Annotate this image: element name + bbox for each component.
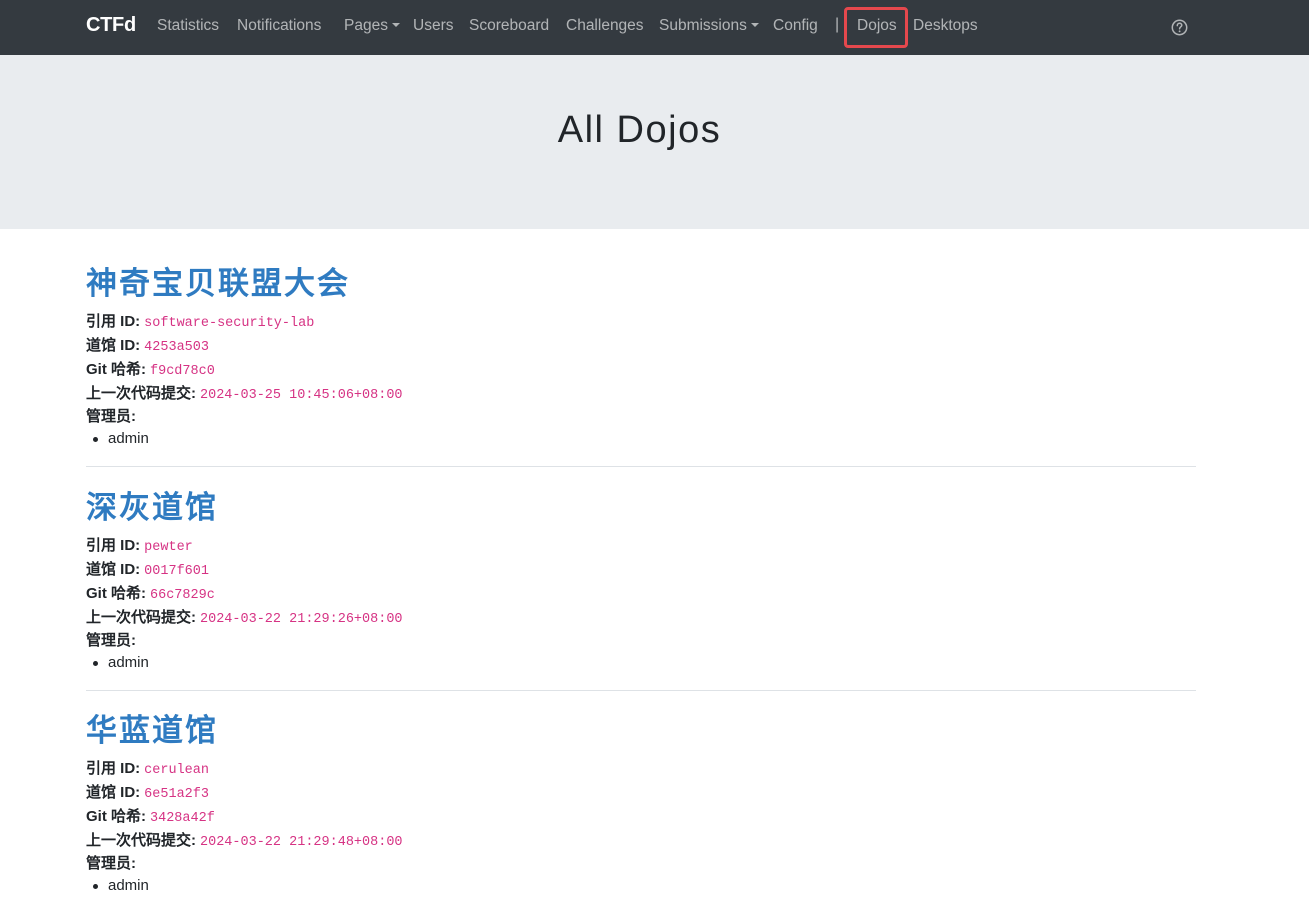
dojo-name-link[interactable]: 华蓝道馆: [86, 705, 218, 750]
nav-scoreboard[interactable]: Scoreboard: [469, 17, 549, 35]
dojo-id-value: 4253a503: [144, 340, 209, 355]
git-hash-value: 3428a42f: [150, 811, 215, 826]
caret-down-icon: [391, 23, 400, 27]
nav-config[interactable]: Config: [773, 17, 818, 35]
dojo-name-link[interactable]: 深灰道馆: [86, 482, 218, 527]
last-commit-row: 上一次代码提交: 2024-03-25 10:45:06+08:00: [86, 382, 403, 403]
git-hash-row: Git 哈希: f9cd78c0: [86, 358, 215, 379]
last-commit-value: 2024-03-25 10:45:06+08:00: [200, 388, 403, 403]
dojo-id-label: 道馆 ID:: [86, 784, 141, 801]
nav-separator: |: [835, 16, 840, 33]
nav-dojos-highlight: [844, 7, 908, 48]
git-hash-label: Git 哈希:: [86, 585, 146, 602]
last-commit-row: 上一次代码提交: 2024-03-22 21:29:48+08:00: [86, 829, 403, 850]
dojo-id-value: 6e51a2f3: [144, 787, 209, 802]
git-hash-row: Git 哈希: 66c7829c: [86, 582, 215, 603]
git-hash-label: Git 哈希:: [86, 361, 146, 378]
dojo-divider: [86, 466, 1196, 467]
admins-label: 管理员:: [86, 632, 136, 649]
admins-label: 管理员:: [86, 855, 136, 872]
ref-id-label: 引用 ID:: [86, 537, 141, 554]
dojo-id-label: 道馆 ID:: [86, 337, 141, 354]
ref-id-value: cerulean: [144, 763, 209, 778]
dojo-id-value: 0017f601: [144, 564, 209, 579]
caret-down-icon: [750, 23, 759, 27]
dojo-id-row: 道馆 ID: 6e51a2f3: [86, 781, 209, 802]
last-commit-label: 上一次代码提交:: [86, 832, 196, 849]
nav-pages-label: Pages: [344, 17, 388, 34]
page-title: All Dojos: [557, 109, 722, 151]
nav-pages-dropdown[interactable]: Pages: [344, 17, 400, 35]
ref-id-label: 引用 ID:: [86, 760, 141, 777]
dojo-ref-id-row: 引用 ID: software-security-lab: [86, 310, 314, 331]
dojo-ref-id-row: 引用 ID: pewter: [86, 534, 193, 555]
ref-id-value: pewter: [144, 540, 193, 555]
dojo-id-row: 道馆 ID: 0017f601: [86, 558, 209, 579]
admin-list-item: admin: [93, 877, 149, 894]
dojo-divider: [86, 690, 1196, 691]
admins-row: 管理员:: [86, 405, 136, 426]
nav-statistics[interactable]: Statistics: [157, 17, 219, 35]
brand-logo-link[interactable]: CTFd: [86, 14, 136, 37]
dojo-name-link[interactable]: 神奇宝贝联盟大会: [86, 258, 350, 303]
top-navbar: CTFd Statistics Notifications Pages User…: [0, 0, 1309, 55]
last-commit-label: 上一次代码提交:: [86, 385, 196, 402]
last-commit-row: 上一次代码提交: 2024-03-22 21:29:26+08:00: [86, 606, 403, 627]
nav-users[interactable]: Users: [413, 17, 453, 35]
admins-label: 管理员:: [86, 408, 136, 425]
question-circle-icon[interactable]: [1171, 19, 1188, 36]
nav-challenges[interactable]: Challenges: [566, 17, 644, 35]
git-hash-row: Git 哈希: 3428a42f: [86, 805, 215, 826]
nav-notifications[interactable]: Notifications: [237, 17, 321, 35]
dojo-id-label: 道馆 ID:: [86, 561, 141, 578]
dojo-ref-id-row: 引用 ID: cerulean: [86, 757, 209, 778]
admins-row: 管理员:: [86, 629, 136, 650]
nav-submissions-dropdown[interactable]: Submissions: [659, 17, 759, 35]
git-hash-value: 66c7829c: [150, 588, 215, 603]
last-commit-value: 2024-03-22 21:29:48+08:00: [200, 835, 403, 850]
last-commit-value: 2024-03-22 21:29:26+08:00: [200, 612, 403, 627]
git-hash-label: Git 哈希:: [86, 808, 146, 825]
nav-desktops[interactable]: Desktops: [913, 17, 978, 35]
last-commit-label: 上一次代码提交:: [86, 609, 196, 626]
ref-id-value: software-security-lab: [144, 316, 315, 331]
ref-id-label: 引用 ID:: [86, 313, 141, 330]
admins-row: 管理员:: [86, 852, 136, 873]
nav-submissions-label: Submissions: [659, 17, 747, 34]
dojo-id-row: 道馆 ID: 4253a503: [86, 334, 209, 355]
admin-list-item: admin: [93, 430, 149, 447]
git-hash-value: f9cd78c0: [150, 364, 215, 379]
admin-list-item: admin: [93, 654, 149, 671]
